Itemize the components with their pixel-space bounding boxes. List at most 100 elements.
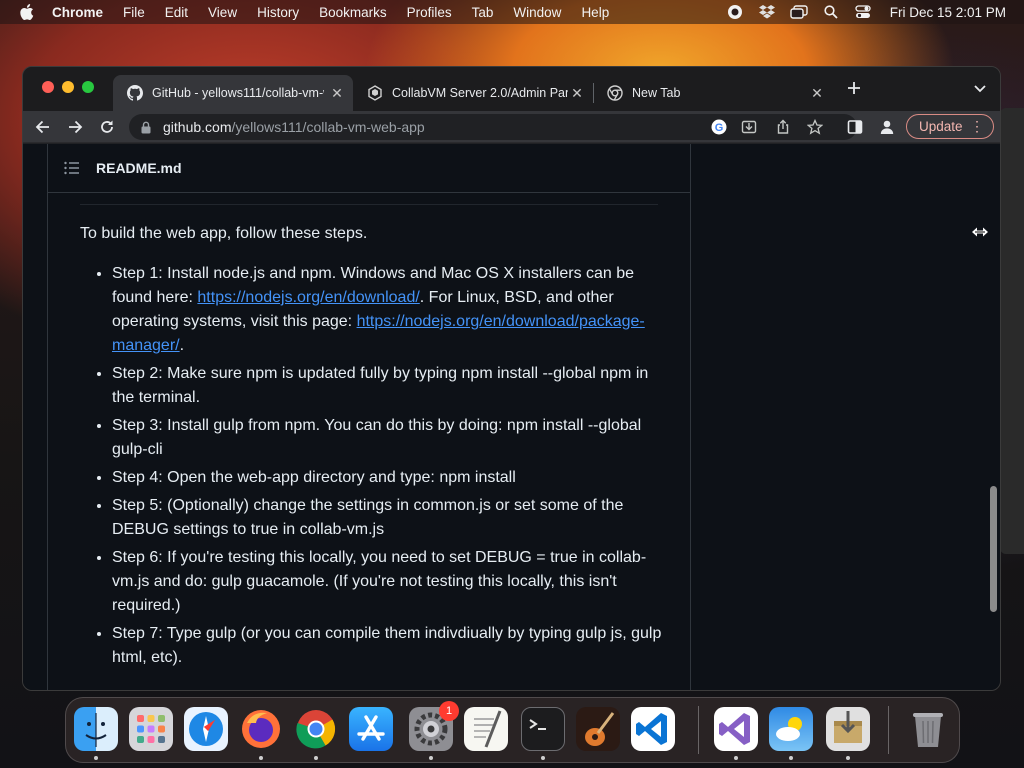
- browser-window: GitHub - yellows111/collab-vm-web-app ✕ …: [22, 66, 1001, 691]
- dropbox-icon[interactable]: [758, 4, 776, 20]
- firefox-icon[interactable]: [239, 707, 283, 751]
- menu-help[interactable]: Help: [581, 5, 609, 20]
- running-indicator: [734, 756, 738, 760]
- readme-panel: README.md To build the web app, follow t…: [47, 144, 691, 690]
- url-text[interactable]: github.com/yellows111/collab-vm-web-app: [163, 119, 425, 135]
- update-label: Update: [919, 119, 963, 134]
- finder-icon[interactable]: [74, 707, 118, 751]
- tab-title: CollabVM Server 2.0/Admin Panel: [392, 86, 568, 100]
- menubar-clock[interactable]: Fri Dec 15 2:01 PM: [890, 5, 1006, 20]
- new-tab-icon[interactable]: [846, 80, 862, 96]
- google-lens-icon[interactable]: G: [711, 119, 727, 135]
- vscode-icon[interactable]: [631, 707, 675, 751]
- control-center-icon[interactable]: [854, 4, 872, 20]
- close-window-button[interactable]: [42, 81, 54, 93]
- resize-cursor-icon: [971, 225, 989, 237]
- url-host: github.com: [163, 119, 232, 135]
- back-icon[interactable]: [34, 118, 52, 136]
- step-text: .: [179, 337, 185, 354]
- install-app-icon[interactable]: [741, 119, 757, 135]
- window-controls: [42, 81, 94, 93]
- weather-icon[interactable]: [769, 707, 813, 751]
- menu-history[interactable]: History: [257, 5, 299, 20]
- garageband-icon[interactable]: [576, 707, 620, 751]
- app-store-icon[interactable]: [349, 707, 393, 751]
- running-indicator: [259, 756, 263, 760]
- dock: 1: [65, 697, 960, 763]
- readme-intro: To build the web app, follow these steps…: [80, 225, 368, 242]
- launchpad-icon[interactable]: [129, 707, 173, 751]
- nodejs-download-link[interactable]: https://nodejs.org/en/download/: [197, 289, 419, 306]
- steps-list: Step 1: Install node.js and npm. Windows…: [80, 262, 666, 670]
- svg-text:G: G: [715, 122, 724, 134]
- readme-body: To build the web app, follow these steps…: [80, 222, 666, 674]
- readme-header: README.md: [48, 144, 690, 193]
- url-path: /yellows111/collab-vm-web-app: [231, 119, 425, 135]
- menu-bar: Chrome File Edit View History Bookmarks …: [0, 0, 1024, 24]
- screen-record-icon[interactable]: [726, 4, 744, 20]
- tab-strip: GitHub - yellows111/collab-vm-web-app ✕ …: [23, 67, 1000, 111]
- notification-badge: 1: [439, 701, 459, 721]
- collabvm-icon: [367, 85, 383, 101]
- zoom-window-button[interactable]: [82, 81, 94, 93]
- minimize-window-button[interactable]: [62, 81, 74, 93]
- tab-github[interactable]: GitHub - yellows111/collab-vm-web-app ✕: [113, 75, 353, 111]
- lock-icon[interactable]: [141, 120, 153, 134]
- close-tab-icon[interactable]: ✕: [569, 85, 585, 101]
- tab-title: New Tab: [632, 86, 681, 100]
- menu-app-name[interactable]: Chrome: [52, 5, 103, 20]
- menu-profiles[interactable]: Profiles: [407, 5, 452, 20]
- more-menu-icon[interactable]: ⋮: [970, 119, 984, 133]
- tab-collabvm-admin[interactable]: CollabVM Server 2.0/Admin Panel ✕: [353, 75, 593, 111]
- list-item: Step 3: Install gulp from npm. You can d…: [112, 414, 666, 462]
- tab-new-tab[interactable]: New Tab ✕: [593, 75, 833, 111]
- close-tab-icon[interactable]: ✕: [809, 85, 825, 101]
- profile-avatar-icon[interactable]: [879, 119, 895, 135]
- scrollbar-thumb[interactable]: [990, 486, 997, 612]
- background-window[interactable]: [1000, 108, 1024, 554]
- spotlight-search-icon[interactable]: [822, 4, 840, 20]
- running-indicator: [789, 756, 793, 760]
- outline-list-icon[interactable]: [64, 160, 80, 176]
- list-item: Step 4: Open the web-app directory and t…: [112, 466, 666, 490]
- reload-icon[interactable]: [98, 118, 116, 136]
- chevron-down-icon[interactable]: [973, 82, 987, 96]
- menu-file[interactable]: File: [123, 5, 145, 20]
- share-icon[interactable]: [775, 119, 791, 135]
- readme-filename[interactable]: README.md: [96, 160, 182, 176]
- update-button[interactable]: Update ⋮: [906, 114, 994, 139]
- safari-icon[interactable]: [184, 707, 228, 751]
- menu-bookmarks[interactable]: Bookmarks: [319, 5, 387, 20]
- terminal-icon[interactable]: [521, 707, 565, 751]
- chrome-icon[interactable]: [294, 707, 338, 751]
- dock-separator: [888, 706, 889, 754]
- github-icon: [127, 85, 143, 101]
- forward-icon[interactable]: [66, 118, 84, 136]
- chrome-icon: [607, 85, 623, 101]
- screen-mirroring-icon[interactable]: [790, 4, 808, 20]
- browser-toolbar: github.com/yellows111/collab-vm-web-app …: [23, 111, 1000, 143]
- system-settings-icon[interactable]: 1: [409, 701, 459, 751]
- running-indicator: [541, 756, 545, 760]
- menu-tab[interactable]: Tab: [472, 5, 494, 20]
- address-bar[interactable]: github.com/yellows111/collab-vm-web-app …: [129, 114, 857, 140]
- dock-separator: [698, 706, 699, 754]
- trash-icon[interactable]: [906, 707, 950, 751]
- running-indicator: [429, 756, 433, 760]
- divider: [80, 204, 658, 205]
- textedit-icon[interactable]: [464, 707, 508, 751]
- tab-title: GitHub - yellows111/collab-vm-web-app: [152, 86, 324, 100]
- installer-icon[interactable]: [826, 707, 870, 751]
- side-panel-icon[interactable]: [847, 119, 863, 135]
- visual-studio-icon[interactable]: [714, 707, 758, 751]
- close-tab-icon[interactable]: ✕: [329, 85, 345, 101]
- menu-window[interactable]: Window: [513, 5, 561, 20]
- bookmark-star-icon[interactable]: [807, 119, 823, 135]
- running-indicator: [314, 756, 318, 760]
- menu-view[interactable]: View: [208, 5, 237, 20]
- apple-menu-icon[interactable]: [20, 4, 34, 20]
- list-item: Step 6: If you're testing this locally, …: [112, 546, 666, 618]
- menu-edit[interactable]: Edit: [165, 5, 188, 20]
- running-indicator: [846, 756, 850, 760]
- running-indicator: [94, 756, 98, 760]
